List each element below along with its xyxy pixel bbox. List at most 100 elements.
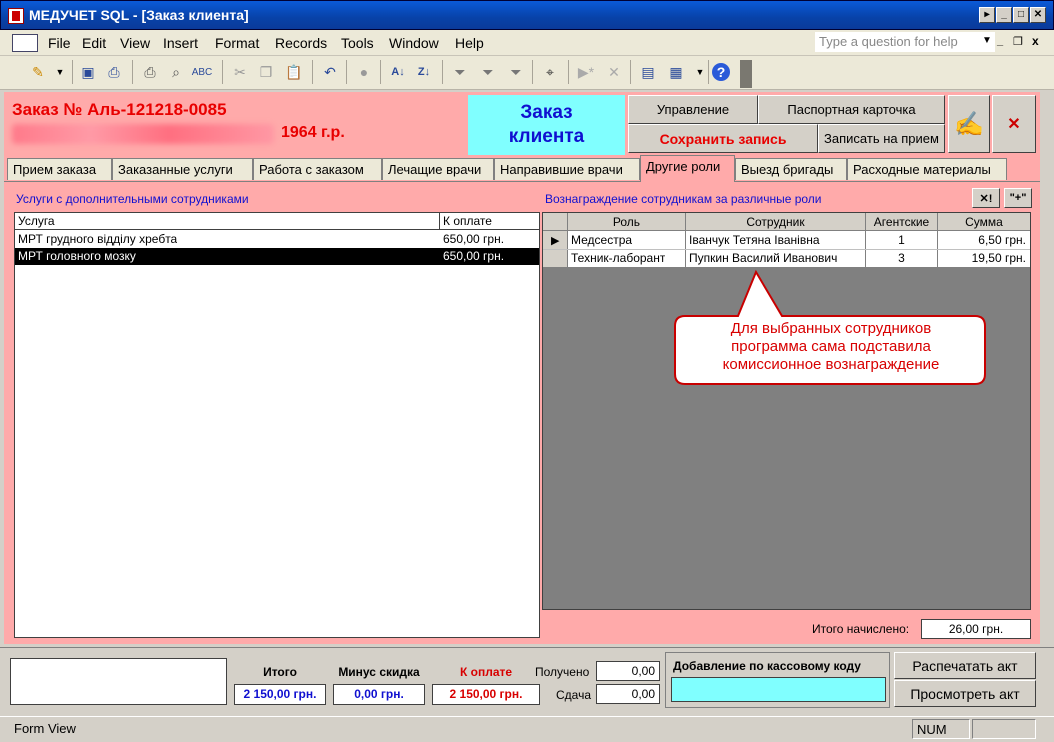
form-title: Заказ клиента [468,95,625,155]
minimize-button[interactable]: _ [996,7,1012,23]
form-title-line1: Заказ [520,102,573,123]
menu-file[interactable]: File [48,35,71,51]
reward-sum: 19,50 грн. [971,251,1026,265]
tab-consumables[interactable]: Расходные материалы [847,158,1007,180]
cash-code-input[interactable] [671,677,886,702]
app-icon [8,8,24,24]
total-accrued-label: Итого начислено: [812,622,910,636]
help-icon[interactable]: ? [712,63,730,81]
print-icon[interactable]: ⎙ [140,62,160,82]
close-button[interactable]: ✕ [1030,7,1046,23]
change-label: Сдача [556,688,592,702]
status-panel [972,719,1036,739]
tab-order-work[interactable]: Работа с заказом [253,158,382,180]
notes-box[interactable] [10,658,227,705]
tab-other-roles[interactable]: Другие роли [640,155,735,182]
find-icon[interactable]: ⌖ [540,62,560,82]
tab-referring-doctors[interactable]: Направившие врачи [494,158,640,180]
employee: Пупкин Василий Иванович [689,251,838,265]
column-header-employee[interactable]: Сотрудник [686,215,865,229]
print-act-button[interactable]: Распечатать акт [894,652,1036,679]
to-pay-value: 2 150,00 грн. [432,684,540,705]
menu-records[interactable]: Records [275,35,327,51]
menu-format[interactable]: Format [215,35,259,51]
sort-descending-icon[interactable]: Z↓ [414,62,434,82]
new-record-icon[interactable]: ▶* [576,62,596,82]
undo-icon[interactable]: ↶ [320,62,340,82]
delete-record-icon[interactable]: ✕ [604,62,624,82]
column-header-sum[interactable]: Сумма [938,215,1030,229]
save-record-button[interactable]: Сохранить запись [628,124,818,153]
table-row[interactable]: Техник-лаборант Пупкин Василий Иванович … [543,249,1030,267]
total-label: Итого [263,665,297,679]
discount-value: 0,00 грн. [333,684,425,705]
cash-code-label: Добавление по кассовому коду [673,659,861,673]
sort-ascending-icon[interactable]: A↓ [388,62,408,82]
menu-insert[interactable]: Insert [163,35,198,51]
mdi-minimize-icon[interactable]: _ [997,35,1003,47]
document-edit-icon[interactable]: ✍ [948,95,990,153]
menu-edit[interactable]: Edit [82,35,106,51]
services-grid: Услуга К оплате МРТ грудного відділу хре… [14,212,540,638]
new-object-dropdown-icon[interactable]: ▼ [690,62,710,82]
column-header-role[interactable]: Роль [568,215,685,229]
office-links-icon[interactable]: ● [354,62,374,82]
callout-line3: комиссионное вознаграждение [722,356,940,373]
mdi-restore-icon[interactable]: ❐ [1013,35,1023,48]
toolbar-overflow-icon[interactable] [740,60,752,88]
spelling-icon[interactable]: ABC [192,62,213,82]
menu-view[interactable]: View [120,35,150,51]
tab-ordered-services[interactable]: Заказанные услуги [112,158,253,180]
services-panel-title: Услуги с дополнительными сотрудниками [16,192,249,206]
make-appointment-button[interactable]: Записать на прием [818,124,945,153]
employee: Іванчук Тетяна Іванівна [689,233,820,247]
apply-filter-icon[interactable]: ⏷ [506,62,526,82]
table-row[interactable]: МРТ грудного відділу хребта 650,00 грн. [15,231,539,248]
menu-help[interactable]: Help [455,35,484,51]
tab-team-departure[interactable]: Выезд бригады [735,158,847,180]
agent-count: 3 [898,251,905,265]
print-preview-icon[interactable]: ⌕ [166,62,186,82]
column-header-amount[interactable]: К оплате [443,214,492,228]
agent-count: 1 [898,233,905,247]
design-view-icon[interactable]: ✎ [28,62,48,82]
add-reward-button[interactable]: "+" [1004,188,1032,208]
file-search-icon[interactable]: ⎙ [104,62,124,82]
copy-icon[interactable]: ❐ [256,62,276,82]
redacted-client-name [12,124,274,144]
tab-attending-doctors[interactable]: Лечащие врачи [382,158,494,180]
callout-text: Для выбранных сотрудников программа сама… [676,320,986,374]
mdi-close-icon[interactable]: x [1032,34,1039,48]
ask-dropdown-icon[interactable]: ▼ [982,35,992,46]
delete-reward-button[interactable]: ✕! [972,188,1000,208]
maximize-button[interactable]: □ [1013,7,1029,23]
passport-card-button[interactable]: Паспортная карточка [758,95,945,124]
ask-question-input[interactable]: Type a question for help [815,32,995,52]
form-menu-icon[interactable] [12,34,38,52]
filter-form-icon[interactable]: ⏷ [478,62,498,82]
manage-button[interactable]: Управление [628,95,758,124]
menu-tools[interactable]: Tools [341,35,374,51]
paste-icon[interactable]: 📋 [284,62,304,82]
cut-icon[interactable]: ✂ [230,62,250,82]
service-amount: 650,00 грн. [443,249,505,263]
window-next-icon[interactable]: ▸ [979,7,995,23]
form-title-line2: клиента [508,126,585,147]
table-row[interactable]: Медсестра Іванчук Тетяна Іванівна 1 6,50… [543,231,1030,249]
close-form-icon[interactable]: ✕ [992,95,1036,153]
database-window-icon[interactable]: ▤ [638,62,658,82]
service-name: МРТ грудного відділу хребта [18,232,178,246]
view-act-button[interactable]: Просмотреть акт [894,680,1036,707]
save-icon[interactable]: ▣ [78,62,98,82]
new-object-icon[interactable]: ▦ [666,62,686,82]
view-dropdown-icon[interactable]: ▼ [50,62,70,82]
received-input[interactable]: 0,00 [596,661,660,681]
tab-order-reception[interactable]: Прием заказа [7,158,112,180]
menu-window[interactable]: Window [389,35,439,51]
column-header-service[interactable]: Услуга [18,214,55,228]
column-header-agent[interactable]: Агентские [866,215,937,229]
filter-selection-icon[interactable]: ⏷ [450,62,470,82]
window-title: МЕДУЧЕТ SQL - [Заказ клиента] [29,7,249,23]
table-row-selected[interactable]: МРТ головного мозку 650,00 грн. [15,248,539,265]
total-accrued-value: 26,00 грн. [921,619,1031,639]
